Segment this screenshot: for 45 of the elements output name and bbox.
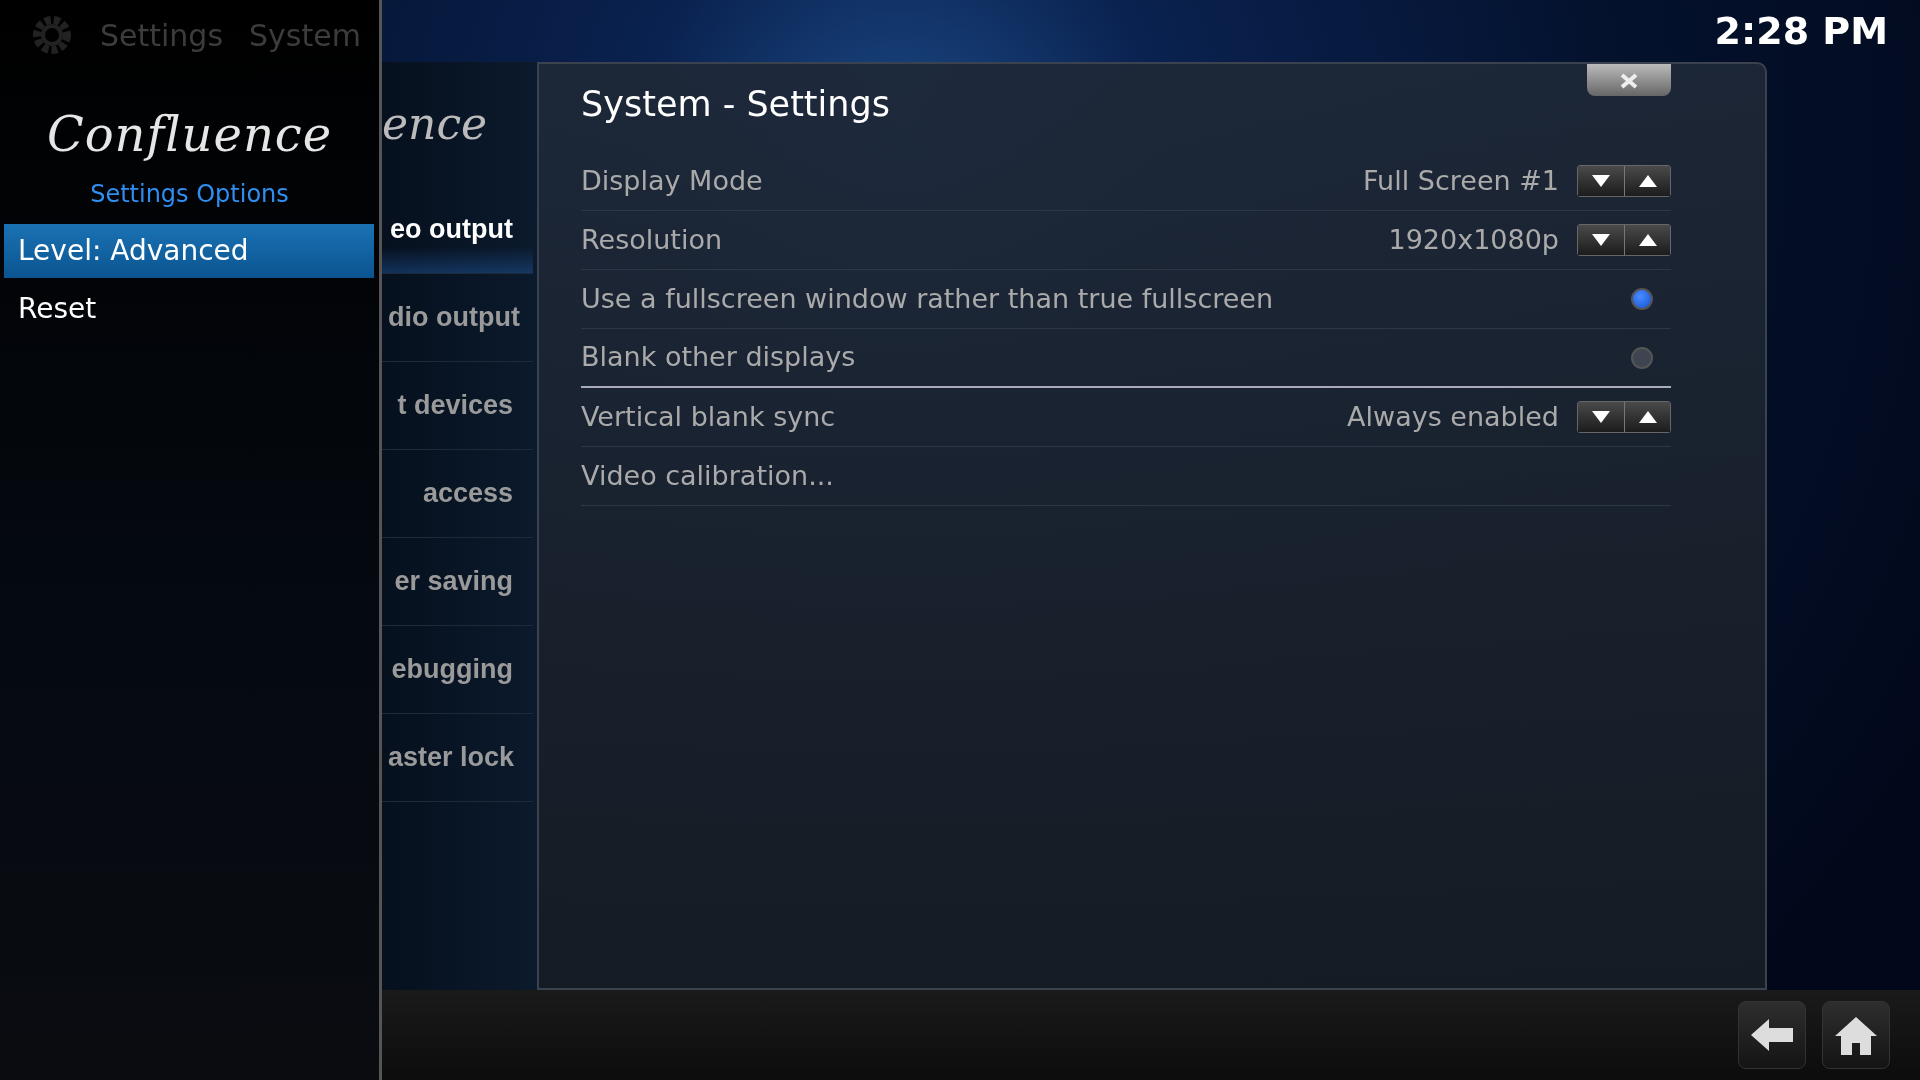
setting-label[interactable]: Display Mode xyxy=(581,160,1346,202)
radio-toggle[interactable] xyxy=(1631,346,1653,369)
spin-up-button[interactable] xyxy=(1624,225,1670,255)
radio-toggle[interactable] xyxy=(1631,288,1653,310)
down-triangle-icon xyxy=(1592,234,1610,246)
setting-label[interactable]: Resolution xyxy=(581,219,1371,261)
category-item[interactable]: er saving xyxy=(382,538,533,626)
setting-label[interactable]: Use a fullscreen window rather than true fullscreen xyxy=(581,278,1613,320)
breadcrumb-text: System xyxy=(249,16,361,55)
down-triangle-icon xyxy=(1592,411,1610,423)
clock: 2:28 PM xyxy=(1714,7,1888,55)
category-item[interactable]: aster lock xyxy=(382,714,533,802)
setting-label[interactable]: Blank other displays xyxy=(581,337,1613,378)
confluence-logo: Confluence xyxy=(45,105,334,164)
panel-menu-item[interactable]: Reset xyxy=(4,282,374,336)
spin-down-button[interactable] xyxy=(1578,166,1624,196)
category-item[interactable]: dio output xyxy=(382,274,533,362)
up-triangle-icon xyxy=(1638,234,1657,246)
up-triangle-icon xyxy=(1638,411,1657,423)
setting-value: 1920x1080p xyxy=(1388,222,1559,257)
up-triangle-icon xyxy=(1638,175,1657,187)
category-item[interactable]: ebugging xyxy=(382,626,533,714)
close-icon xyxy=(1619,73,1639,89)
left-arrow-icon xyxy=(1751,1019,1793,1051)
spin-down-button[interactable] xyxy=(1578,225,1624,255)
category-item[interactable]: access xyxy=(382,450,533,538)
spin-up-button[interactable] xyxy=(1624,166,1670,196)
setting-value: Always enabled xyxy=(1347,399,1559,434)
category-item[interactable]: t devices xyxy=(382,362,533,450)
panel-title: Settings Options xyxy=(89,179,290,210)
spin-down-button[interactable] xyxy=(1578,402,1624,432)
back-button[interactable] xyxy=(1738,1001,1806,1069)
home-button[interactable] xyxy=(1822,1001,1890,1069)
setting-label[interactable]: Vertical blank sync xyxy=(581,396,1330,438)
setting-value: Full Screen #1 xyxy=(1363,163,1559,198)
close-button[interactable] xyxy=(1587,64,1671,96)
setting-label[interactable]: Video calibration... xyxy=(581,455,1671,497)
gear-icon xyxy=(30,13,74,57)
panel-menu-item[interactable]: Level: Advanced xyxy=(4,224,374,278)
breadcrumb-text: Settings xyxy=(100,16,224,55)
down-triangle-icon xyxy=(1592,175,1610,187)
home-icon xyxy=(1834,1015,1878,1055)
spin-up-button[interactable] xyxy=(1624,402,1670,432)
logo-fragment: ence xyxy=(382,97,488,151)
dialog-title: System - Settings xyxy=(581,83,890,126)
